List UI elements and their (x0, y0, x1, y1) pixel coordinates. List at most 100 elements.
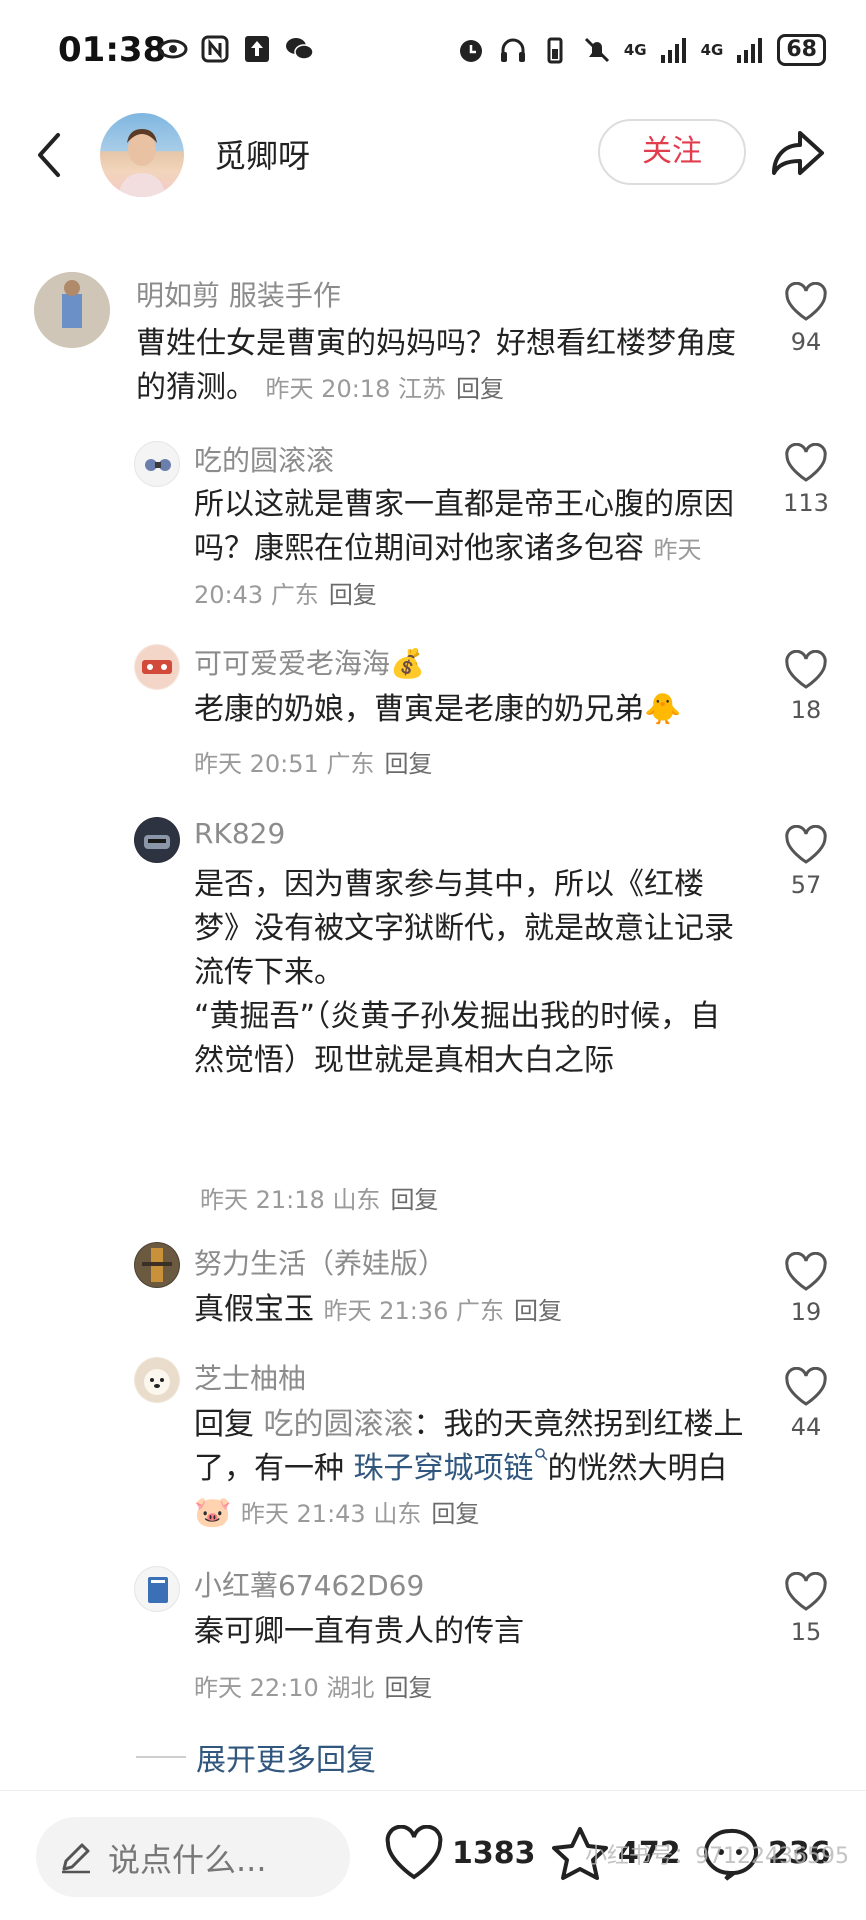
header: 觅卿呀 关注 (0, 105, 866, 205)
commenter-avatar[interactable] (134, 441, 180, 487)
reply-button[interactable]: 回复 (456, 375, 504, 403)
reply-button[interactable]: 回复 (390, 1186, 438, 1214)
signal-icon-1 (660, 38, 686, 63)
like-button[interactable]: 15 (776, 1571, 836, 1646)
comment-body: 秦可卿一直有贵人的传言 (194, 1614, 524, 1649)
heart-icon (785, 1366, 827, 1406)
commenter-avatar[interactable] (134, 817, 180, 863)
like-button[interactable]: 19 (776, 1251, 836, 1326)
commenter-name[interactable]: 努力生活（养娃版） (194, 1242, 446, 1282)
status-right-icons: 4G 4G 68 (456, 34, 826, 66)
commenter-avatar[interactable] (134, 1242, 180, 1288)
reply-prefix: 回复 (194, 1407, 254, 1442)
heart-icon (785, 1571, 827, 1611)
like-button[interactable]: 18 (776, 649, 836, 724)
back-icon[interactable] (30, 127, 70, 183)
like-button[interactable]: 57 (776, 824, 836, 899)
comment-item: 明如剪 服装手作 曹姓仕女是曹寅的妈妈吗？好想看红楼梦角度的猜测。 昨天 20:… (0, 270, 866, 420)
like-button[interactable]: 94 (776, 281, 836, 356)
comment-location: 广东 (326, 750, 375, 778)
like-count: 15 (790, 1618, 822, 1646)
heart-icon (385, 1825, 443, 1880)
comment-meta: 昨天 21:18 山东 回复 (200, 1180, 438, 1215)
mute-bell-icon (584, 37, 609, 63)
like-stat[interactable]: 1383 (384, 1825, 536, 1881)
like-count: 94 (790, 328, 822, 356)
comment-body-2: “黄掘吾”（炎黄子孙发掘出我的时候，自然觉悟）现世就是真相大白之际 (194, 999, 721, 1078)
like-count: 57 (790, 871, 822, 899)
reply-button[interactable]: 回复 (431, 1500, 479, 1528)
heart-icon (785, 824, 827, 864)
reply-item: 吃的圆滚滚 所以这就是曹家一直都是帝王心腹的原因吗？康熙在位期间对他家诸多包容 … (0, 435, 866, 615)
like-total: 1383 (452, 1835, 536, 1871)
like-button[interactable]: 113 (776, 442, 836, 517)
comment-time: 昨天 21:43 (240, 1500, 366, 1528)
wechat-icon (286, 38, 314, 60)
headphones-icon (500, 38, 525, 62)
status-left-icons (158, 34, 314, 64)
commenter-name[interactable]: 芝士柚柚 (194, 1357, 306, 1397)
alarm-icon (459, 40, 482, 62)
reply-to-user[interactable]: 吃的圆滚滚 (264, 1407, 414, 1442)
follow-button[interactable]: 关注 (598, 119, 746, 185)
share-icon[interactable] (770, 127, 826, 179)
reply-item: 小红薯67462D69 秦可卿一直有贵人的传言 昨天 22:10 湖北 回复 15 (0, 1560, 866, 1710)
expand-more-replies[interactable]: 展开更多回复 (136, 1735, 376, 1779)
commenter-avatar[interactable] (34, 272, 110, 348)
comment-meta: 昨天 21:36 广东 回复 (324, 1297, 562, 1325)
signal-icon-2 (737, 38, 763, 63)
reply-button[interactable]: 回复 (384, 1674, 432, 1702)
commenter-avatar[interactable] (134, 1357, 180, 1403)
reply-item: 可可爱爱老海海💰 老康的奶娘，曹寅是老康的奶兄弟🐥 昨天 20:51 广东 回复 … (0, 640, 866, 780)
author-avatar[interactable] (100, 113, 184, 197)
watermark: 小红书号：97122436595 (585, 1844, 849, 1869)
expand-label[interactable]: 展开更多回复 (196, 1735, 376, 1779)
reply-button[interactable]: 回复 (384, 750, 432, 778)
comment-meta: 昨天 22:10 湖北 回复 (194, 1668, 432, 1703)
commenter-name[interactable]: 吃的圆滚滚 (194, 439, 334, 479)
commenter-name[interactable]: 明如剪 服装手作 (136, 274, 341, 314)
comment-location: 广东 (270, 581, 319, 609)
reply-item: 芝士柚柚 回复 吃的圆滚滚：我的天竟然拐到红楼上了，有一种 珠子穿城项链 的恍然大… (0, 1355, 866, 1545)
input-placeholder: 说点什么... (108, 1841, 267, 1879)
expand-divider (136, 1756, 186, 1758)
nfc-icon (201, 35, 229, 63)
commenter-name[interactable]: 小红薯67462D69 (194, 1564, 424, 1604)
reply-item: RK829 是否，因为曹家参与其中，所以《红楼梦》没有被文字狱断代，就是故意让记… (0, 815, 866, 1215)
comment-time: 昨天 21:36 (323, 1297, 449, 1325)
comment-meta: 昨天 20:18 江苏 回复 (266, 375, 504, 403)
pen-icon (62, 1843, 90, 1874)
reply-button[interactable]: 回复 (329, 581, 377, 609)
reply-item: 努力生活（养娃版） 真假宝玉 昨天 21:36 广东 回复 19 (0, 1240, 866, 1340)
comment-text: 老康的奶娘，曹寅是老康的奶兄弟🐥 (194, 688, 746, 732)
comment-text: 回复 吃的圆滚滚：我的天竟然拐到红楼上了，有一种 珠子穿城项链 的恍然大明白🐷 昨… (194, 1403, 754, 1536)
author-name[interactable]: 觅卿呀 (214, 131, 310, 177)
topic-link[interactable]: 珠子穿城项链 (354, 1451, 534, 1486)
eye-icon (158, 39, 188, 59)
network-type-2: 4G (700, 41, 724, 59)
reply-button[interactable]: 回复 (514, 1297, 562, 1325)
commenter-avatar[interactable] (134, 644, 180, 690)
comment-location: 山东 (373, 1500, 422, 1528)
commenter-name[interactable]: 可可爱爱老海海💰 (194, 642, 425, 682)
comment-input[interactable]: 说点什么... (36, 1817, 350, 1897)
network-type-1: 4G (623, 41, 647, 59)
comment-location: 湖北 (326, 1674, 375, 1702)
commenter-name[interactable]: RK829 (194, 817, 285, 850)
like-count: 113 (783, 489, 829, 517)
commenter-avatar[interactable] (134, 1566, 180, 1612)
status-bar: 01:38 4G 4G 68 (0, 0, 866, 100)
like-count: 44 (790, 1413, 822, 1441)
like-button[interactable]: 44 (776, 1366, 836, 1441)
like-count: 19 (790, 1298, 822, 1326)
comment-text: 曹姓仕女是曹寅的妈妈吗？好想看红楼梦角度的猜测。 昨天 20:18 江苏 回复 (136, 322, 746, 411)
status-time: 01:38 (58, 30, 167, 70)
battery-level: 68 (777, 34, 826, 66)
search-icon[interactable] (534, 1447, 548, 1461)
comment-text: 所以这就是曹家一直都是帝王心腹的原因吗？康熙在位期间对他家诸多包容 昨天 20:… (194, 483, 746, 617)
battery-saver-icon (547, 37, 563, 64)
comment-text: 秦可卿一直有贵人的传言 (194, 1610, 746, 1654)
comment-time: 昨天 22:10 (194, 1674, 319, 1702)
comment-location: 山东 (332, 1186, 381, 1214)
comment-meta: 昨天 21:43 山东 回复 (241, 1500, 479, 1528)
